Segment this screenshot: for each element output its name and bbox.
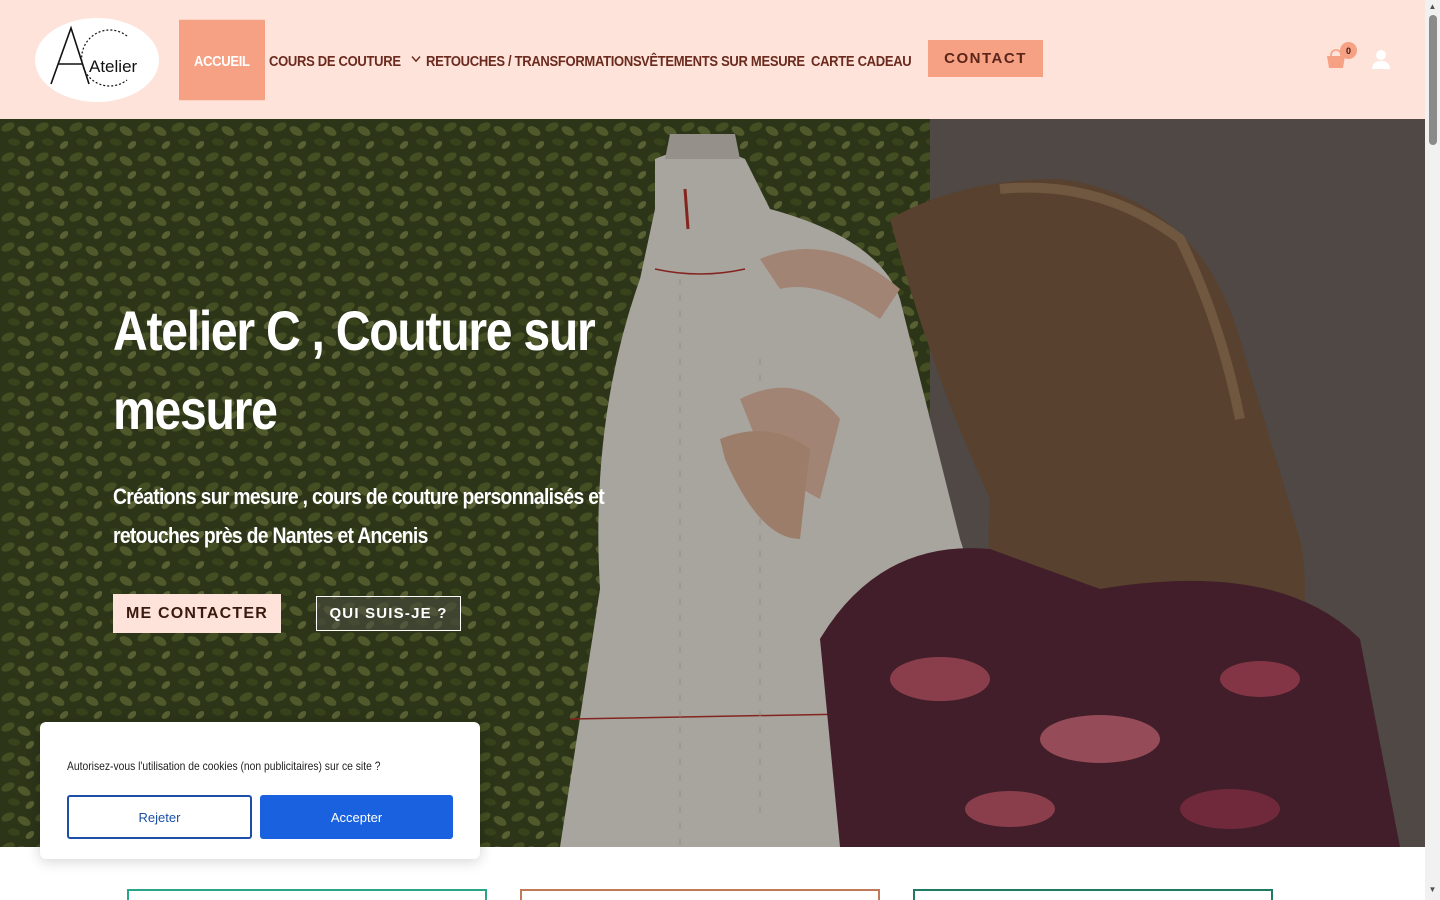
- cookie-consent-banner: Autorisez-vous l'utilisation de cookies …: [40, 722, 480, 859]
- contact-button[interactable]: CONTACT: [928, 40, 1043, 77]
- me-contacter-button[interactable]: ME CONTACTER: [113, 594, 281, 633]
- nav-retouches-label: Retouches / transformations: [426, 51, 642, 69]
- nav-retouches[interactable]: Retouches / transformations: [426, 20, 642, 101]
- nav-cours-de-couture[interactable]: Cours de couture: [269, 20, 421, 101]
- nav-cours-label: Cours de couture: [269, 51, 401, 69]
- service-card-1[interactable]: [127, 889, 487, 900]
- qui-suis-je-button[interactable]: QUI SUIS-JE ?: [316, 596, 461, 631]
- scroll-up-arrow-icon[interactable]: ▲: [1427, 2, 1438, 11]
- nav-accueil-label: Accueil: [194, 51, 250, 69]
- cart-count-badge: 0: [1340, 42, 1357, 59]
- logo[interactable]: Atelier: [35, 18, 159, 102]
- cookie-consent-text: Autorisez-vous l'utilisation de cookies …: [67, 759, 381, 773]
- logo-text: Atelier: [89, 57, 138, 76]
- user-icon[interactable]: [1371, 49, 1391, 69]
- nav-carte-cadeau[interactable]: Carte cadeau: [811, 20, 912, 101]
- hero-subtitle: Créations sur mesure , cours de couture …: [113, 484, 605, 548]
- nav-carte-cadeau-label: Carte cadeau: [811, 51, 912, 69]
- hero-title: Atelier C , Couture sur mesure: [113, 299, 596, 441]
- site-header: Atelier Accueil Cours de couture Retouch…: [0, 0, 1425, 119]
- chevron-down-icon: [411, 54, 421, 67]
- nav-vetements-label: Vêtements sur mesure: [641, 51, 805, 69]
- cookie-reject-button[interactable]: Rejeter: [67, 795, 252, 839]
- nav-accueil[interactable]: Accueil: [179, 19, 265, 101]
- service-card-3[interactable]: [913, 889, 1273, 900]
- service-card-2[interactable]: [520, 889, 880, 900]
- logo-mark: Atelier: [50, 25, 138, 87]
- cookie-accept-button[interactable]: Accepter: [260, 795, 453, 839]
- nav-vetements[interactable]: Vêtements sur mesure: [641, 20, 805, 101]
- scroll-down-arrow-icon[interactable]: ▼: [1427, 885, 1438, 894]
- scrollbar-thumb[interactable]: [1429, 15, 1437, 145]
